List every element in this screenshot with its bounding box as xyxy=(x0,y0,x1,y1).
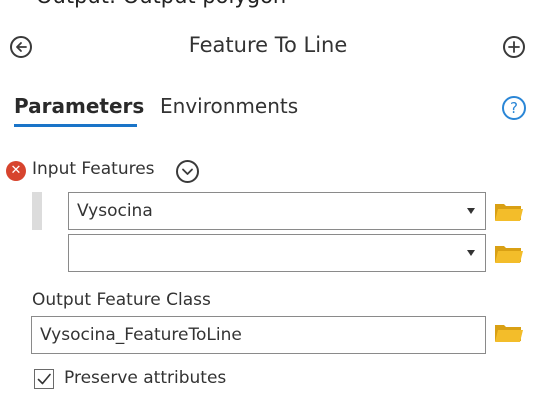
add-button[interactable] xyxy=(503,36,525,58)
dropdown-arrow-icon xyxy=(467,208,475,214)
chevron-down-icon xyxy=(182,168,193,175)
geoprocessing-pane: Output: Output polygon Feature To Line P… xyxy=(0,0,536,403)
preserve-attributes-label: Preserve attributes xyxy=(64,368,227,388)
dropdown-value: Vysocina xyxy=(77,201,153,221)
dropdown-arrow-icon xyxy=(467,250,475,256)
browse-folder-icon[interactable] xyxy=(494,321,524,343)
output-feature-class-value: Vysocina_FeatureToLine xyxy=(40,325,242,345)
tab-parameters[interactable]: Parameters xyxy=(14,94,144,118)
checkmark-icon xyxy=(37,373,51,385)
folder-icon xyxy=(495,325,523,342)
help-button[interactable]: ? xyxy=(502,96,526,120)
error-icon: ✕ xyxy=(6,161,26,181)
folder-icon xyxy=(495,246,523,263)
output-feature-class-label: Output Feature Class xyxy=(32,290,211,310)
help-question-icon: ? xyxy=(510,99,518,117)
input-features-dropdown-1[interactable]: Vysocina xyxy=(68,192,486,230)
browse-folder-icon[interactable] xyxy=(494,200,524,222)
clipped-text-top: Output: Output polygon xyxy=(36,0,286,8)
output-feature-class-field[interactable]: Vysocina_FeatureToLine xyxy=(31,316,486,354)
folder-icon xyxy=(495,204,523,221)
active-tab-indicator xyxy=(14,124,137,127)
input-features-label: Input Features xyxy=(32,159,155,179)
browse-folder-icon[interactable] xyxy=(494,242,524,264)
error-x-glyph: ✕ xyxy=(10,163,22,178)
drag-handle[interactable] xyxy=(32,192,42,230)
plus-icon xyxy=(508,41,520,53)
tab-environments[interactable]: Environments xyxy=(160,94,298,118)
expand-button[interactable] xyxy=(176,160,199,183)
input-features-dropdown-2[interactable] xyxy=(68,234,486,272)
preserve-attributes-checkbox[interactable] xyxy=(34,369,54,389)
tool-title: Feature To Line xyxy=(188,33,348,57)
